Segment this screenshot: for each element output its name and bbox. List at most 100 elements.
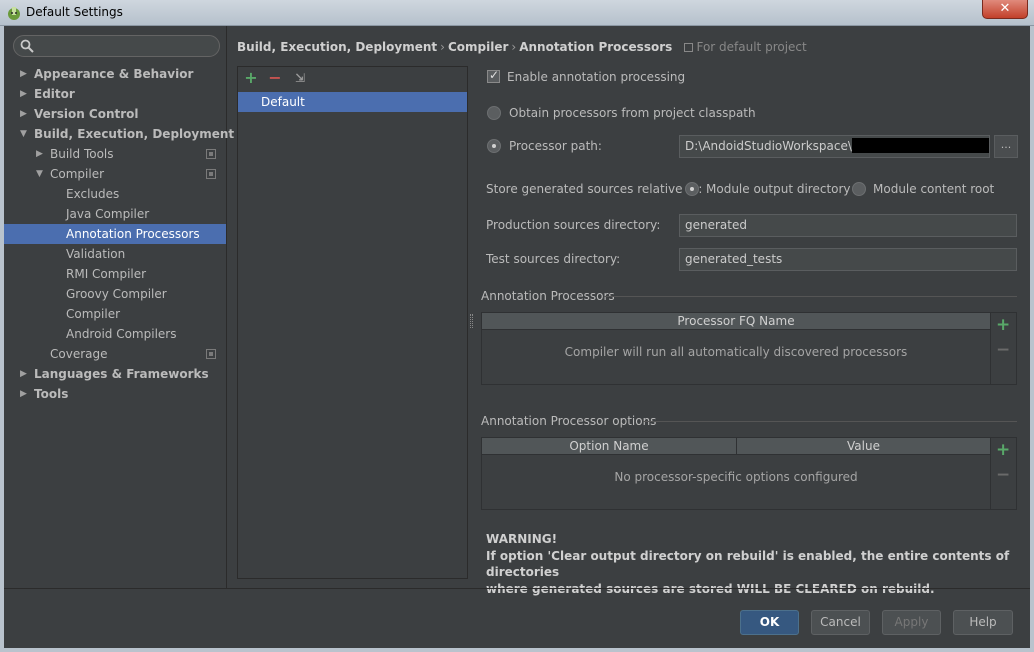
processor-path-input[interactable]: D:\AndoidStudioWorkspace\	[679, 135, 990, 158]
section-divider	[604, 296, 1017, 297]
project-scope-icon	[206, 349, 216, 359]
chevron-right-icon[interactable]: ▶	[20, 104, 30, 124]
chevron-right-icon[interactable]: ▶	[20, 364, 30, 384]
remove-option-button[interactable]: −	[996, 467, 1010, 484]
close-window-button[interactable]: ✕	[982, 0, 1028, 19]
move-to-group-button[interactable]: ⇲	[291, 69, 309, 87]
sidebar-item-build-tools[interactable]: ▶ Build Tools	[4, 144, 226, 164]
processor-path-value: D:\AndoidStudioWorkspace\	[685, 139, 852, 153]
add-option-button[interactable]: +	[996, 442, 1010, 459]
breadcrumb-separator: ›	[440, 40, 445, 54]
processors-table[interactable]: Processor FQ Name Compiler will run all …	[481, 312, 1017, 385]
warning-title: WARNING!	[486, 532, 558, 546]
scope-label: For default project	[684, 40, 807, 54]
sidebar-item-label: Appearance & Behavior	[34, 67, 194, 81]
settings-search-input[interactable]	[13, 35, 220, 57]
sidebar-item-appearance-behavior[interactable]: ▶ Appearance & Behavior	[4, 64, 226, 84]
search-icon	[20, 39, 34, 53]
profiles-toolbar: + − ⇲	[238, 67, 467, 91]
sidebar-item-compiler[interactable]: Compiler	[4, 304, 226, 324]
sidebar-item-label: Compiler	[66, 307, 121, 321]
settings-sidebar: ▶ Appearance & Behavior ▶ Editor ▶ Version Co…	[4, 26, 234, 588]
sidebar-item-label: Build, Execution, Deployment	[34, 127, 235, 141]
processor-options-table[interactable]: Option Name Value No processor-specific …	[481, 437, 1017, 510]
sidebar-item-compiler[interactable]: ▼ Compiler	[4, 164, 226, 184]
module-content-root-label: Module content root	[873, 182, 995, 196]
chevron-down-icon[interactable]: ▼	[36, 164, 46, 184]
processor-fq-name-header[interactable]: Processor FQ Name	[482, 313, 990, 330]
remove-processor-button[interactable]: −	[996, 342, 1010, 359]
store-generated-sources-label: Store generated sources relative to:	[486, 182, 703, 196]
settings-tree: ▶ Appearance & Behavior ▶ Editor ▶ Version Co…	[4, 64, 234, 404]
module-content-root-radio[interactable]	[852, 182, 866, 196]
apply-button[interactable]: Apply	[882, 610, 941, 635]
sidebar-item-label: Tools	[34, 387, 69, 401]
sidebar-item-label: Excludes	[66, 187, 120, 201]
breadcrumb-part: Build, Execution, Deployment	[237, 40, 438, 54]
sidebar-item-excludes[interactable]: Excludes	[4, 184, 226, 204]
help-button[interactable]: Help	[953, 610, 1013, 635]
redacted-path	[851, 138, 989, 153]
processor-path-label: Processor path:	[509, 139, 602, 153]
sidebar-item-label: Languages & Frameworks	[34, 367, 209, 381]
chevron-right-icon[interactable]: ▶	[20, 84, 30, 104]
chevron-right-icon[interactable]: ▶	[36, 144, 46, 164]
sidebar-item-version-control[interactable]: ▶ Version Control	[4, 104, 226, 124]
sidebar-item-java-compiler[interactable]: Java Compiler	[4, 204, 226, 224]
sidebar-item-label: Android Compilers	[66, 327, 177, 341]
add-processor-button[interactable]: +	[996, 317, 1010, 334]
sidebar-item-android-compilers[interactable]: Android Compilers	[4, 324, 226, 344]
processors-empty-text: Compiler will run all automatically disc…	[564, 345, 908, 359]
checkmark-icon: ✓	[489, 68, 500, 82]
browse-processor-path-button[interactable]: ...	[994, 135, 1018, 158]
sidebar-item-tools[interactable]: ▶ Tools	[4, 384, 226, 404]
enable-annotation-processing-checkbox[interactable]: ✓	[487, 68, 500, 83]
window-title: Default Settings	[26, 5, 123, 19]
processor-path-radio[interactable]	[487, 139, 501, 153]
close-icon: ✕	[999, 1, 1011, 16]
breadcrumb-separator: ›	[511, 40, 517, 54]
project-scope-icon	[206, 149, 216, 159]
sidebar-item-label: Coverage	[50, 347, 108, 361]
annotation-processors-section-title: Annotation Processors	[481, 289, 615, 303]
sidebar-item-groovy-compiler[interactable]: Groovy Compiler	[4, 284, 226, 304]
test-sources-input[interactable]: generated_tests	[679, 248, 1017, 271]
sidebar-item-rmi-compiler[interactable]: RMI Compiler	[4, 264, 226, 284]
title-bar: Default Settings ✕	[0, 0, 1034, 26]
add-profile-button[interactable]: +	[242, 69, 260, 87]
splitter-handle[interactable]	[470, 314, 473, 328]
sidebar-item-editor[interactable]: ▶ Editor	[4, 84, 226, 104]
sidebar-item-coverage[interactable]: Coverage	[4, 344, 226, 364]
window-frame-right	[1030, 26, 1034, 652]
value-header[interactable]: Value	[736, 438, 990, 455]
sidebar-item-validation[interactable]: Validation	[4, 244, 226, 264]
enable-annotation-processing-label: Enable annotation processing	[507, 70, 686, 84]
sidebar-item-annotation-processors[interactable]: Annotation Processors	[4, 224, 226, 244]
obtain-from-classpath-label: Obtain processors from project classpath	[509, 106, 756, 120]
table-side-divider	[990, 313, 991, 384]
breadcrumb: Build, Execution, Deployment › Compiler › An…	[237, 40, 807, 56]
chevron-down-icon[interactable]: ▼	[20, 124, 30, 144]
options-empty-text: No processor-specific options configured	[614, 470, 858, 484]
breadcrumb-part: Annotation Processors	[519, 40, 673, 54]
module-output-directory-radio[interactable]	[685, 182, 699, 196]
option-name-header[interactable]: Option Name	[482, 438, 736, 455]
ok-button[interactable]: OK	[740, 610, 799, 635]
sidebar-item-build-execution-deployment[interactable]: ▼ Build, Execution, Deployment	[4, 124, 234, 144]
test-sources-label: Test sources directory:	[486, 252, 621, 266]
remove-profile-button[interactable]: −	[266, 69, 284, 87]
chevron-right-icon[interactable]: ▶	[20, 384, 30, 404]
production-sources-input[interactable]: generated	[679, 214, 1017, 237]
section-divider	[643, 421, 1017, 422]
profile-item-default[interactable]: Default	[238, 92, 467, 112]
window-frame-bottom	[0, 648, 1034, 652]
obtain-from-classpath-radio[interactable]	[487, 106, 501, 120]
android-studio-icon	[8, 7, 20, 20]
sidebar-item-label: Groovy Compiler	[66, 287, 167, 301]
sidebar-item-languages-frameworks[interactable]: ▶ Languages & Frameworks	[4, 364, 226, 384]
warning-line: If option 'Clear output directory on reb…	[486, 548, 1010, 580]
chevron-right-icon[interactable]: ▶	[20, 64, 30, 84]
sidebar-item-label: Version Control	[34, 107, 139, 121]
cancel-button[interactable]: Cancel	[811, 610, 870, 635]
sidebar-item-label: Java Compiler	[66, 207, 150, 221]
